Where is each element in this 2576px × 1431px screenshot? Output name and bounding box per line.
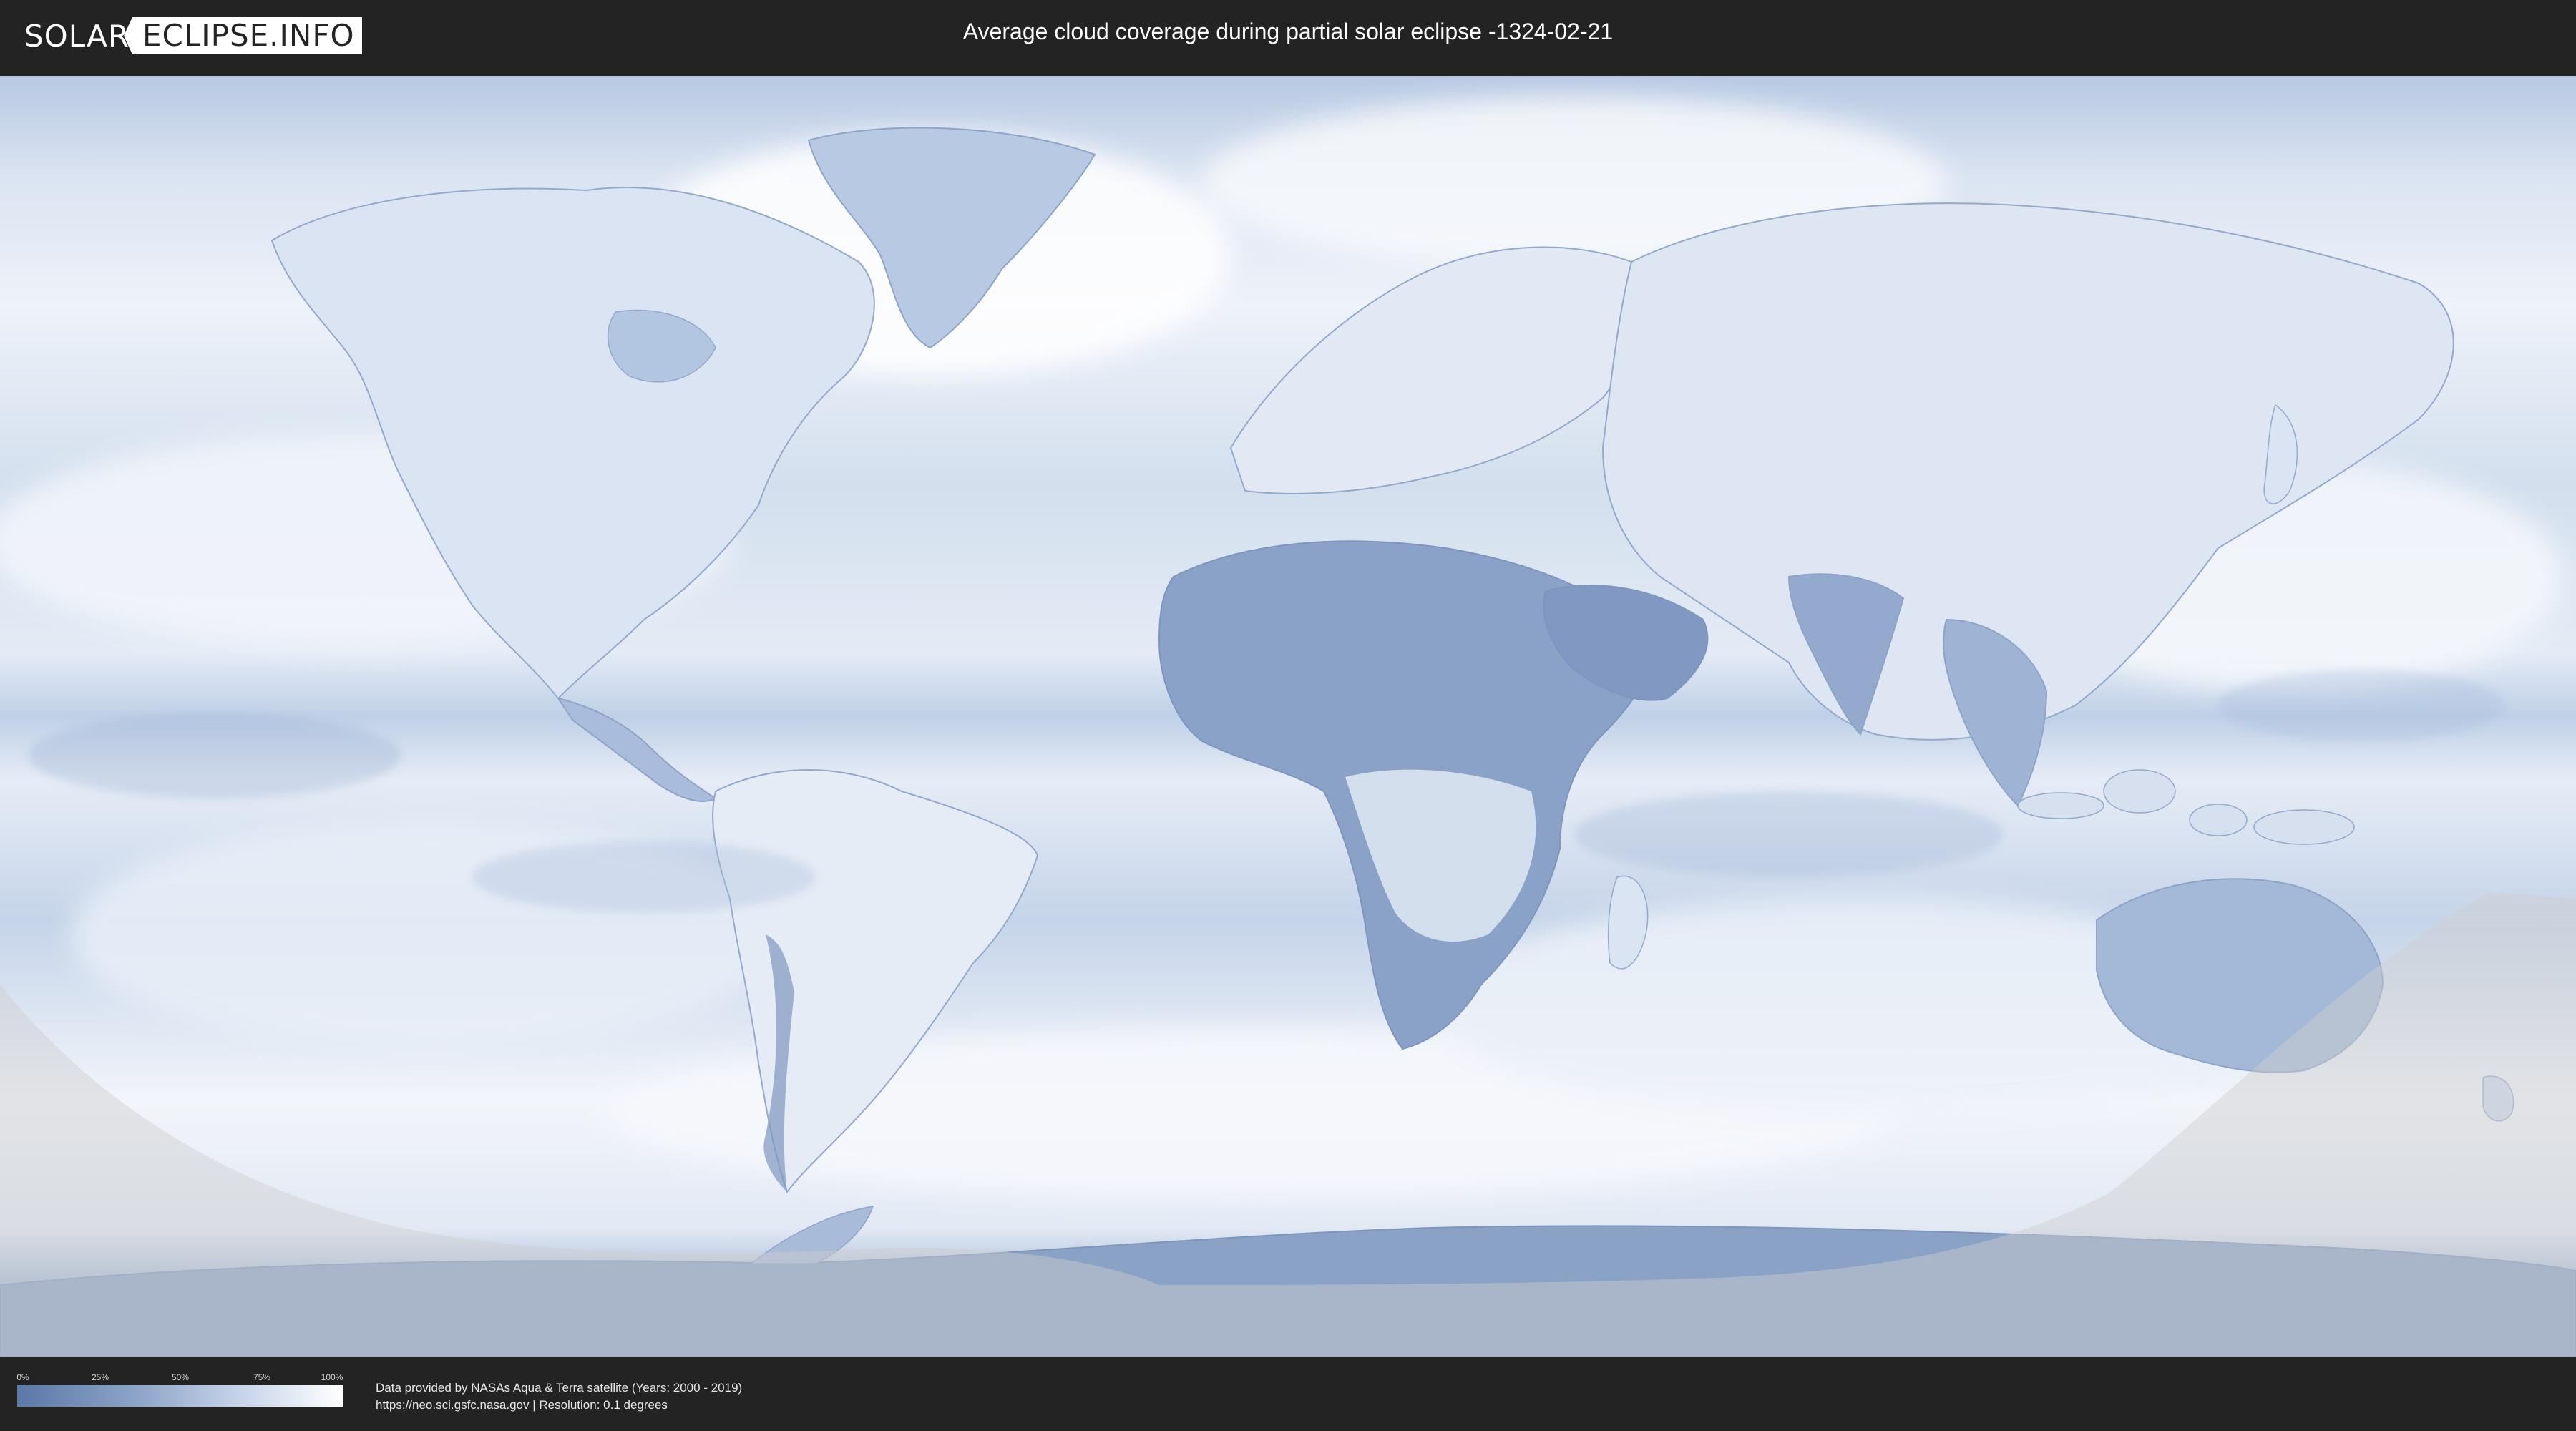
- source-line: Data provided by NASAs Aqua & Terra sate…: [376, 1381, 743, 1395]
- legend-tick-25: 25%: [91, 1372, 109, 1382]
- page-title: Average cloud coverage during partial so…: [962, 19, 1614, 44]
- legend-ticks: 0% 25% 50% 75% 100%: [16, 1372, 343, 1384]
- cloud-coverage-legend: 0% 25% 50% 75% 100%: [16, 1372, 343, 1407]
- legend-tick-0: 0%: [16, 1372, 29, 1382]
- data-source-info: Data provided by NASAs Aqua & Terra sate…: [376, 1379, 742, 1414]
- cloud-coverage-map[interactable]: [0, 76, 2576, 1357]
- legend-gradient-bar: [17, 1385, 343, 1407]
- legend-tick-50: 50%: [171, 1372, 190, 1382]
- top-bar: SOLAR ECLIPSE.INFO Average cloud coverag…: [0, 0, 2576, 73]
- resolution-line: https://neo.sci.gsfc.nasa.gov | Resoluti…: [376, 1398, 668, 1412]
- bottom-bar: 0% 25% 50% 75% 100% Data provided by NAS…: [0, 1358, 2576, 1431]
- legend-tick-100: 100%: [321, 1372, 343, 1382]
- legend-tick-75: 75%: [253, 1372, 271, 1382]
- world-map-svg: [0, 76, 2576, 1357]
